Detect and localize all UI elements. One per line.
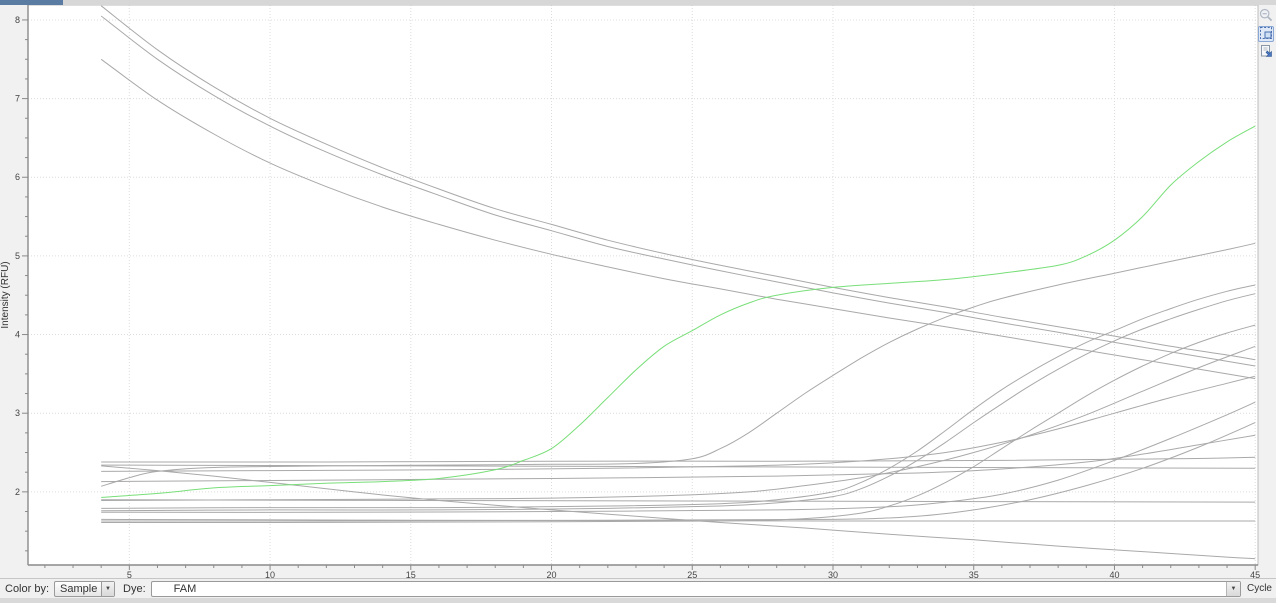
color-by-label: Color by: (5, 583, 49, 595)
x-tick-labels: 5 10 15 20 25 30 35 40 45 (127, 570, 1260, 578)
svg-text:8: 8 (15, 15, 20, 25)
svg-text:45: 45 (1250, 570, 1260, 578)
svg-text:5: 5 (127, 570, 132, 578)
svg-text:15: 15 (406, 570, 416, 578)
svg-text:20: 20 (547, 570, 557, 578)
dye-label: Dye: (123, 583, 146, 595)
svg-text:4: 4 (15, 330, 20, 340)
dye-combobox[interactable]: FAM ▼ (151, 581, 1241, 597)
svg-text:3: 3 (15, 408, 20, 418)
chart-toolbar (1258, 8, 1276, 60)
chevron-down-icon[interactable]: ▼ (101, 582, 114, 596)
zoom-selection-button[interactable] (1258, 26, 1274, 42)
y-tick-labels: 2 3 4 5 6 7 8 (15, 15, 20, 497)
zoom-out-icon (1259, 8, 1273, 25)
svg-text:5: 5 (15, 251, 20, 261)
x-axis-title: Cycle (1247, 583, 1272, 594)
svg-text:35: 35 (969, 570, 979, 578)
svg-text:2: 2 (15, 487, 20, 497)
svg-text:30: 30 (828, 570, 838, 578)
chevron-down-icon[interactable]: ▼ (1226, 582, 1240, 596)
dye-selected-value: FAM (152, 582, 1226, 596)
copy-chart-button[interactable] (1258, 44, 1274, 60)
zoom-selection-icon (1259, 26, 1273, 43)
svg-text:7: 7 (15, 94, 20, 104)
svg-text:10: 10 (265, 570, 275, 578)
window-bottom-strip (0, 598, 1276, 603)
y-axis-title: Intensity (RFU) (0, 261, 11, 328)
color-by-select[interactable]: Sample ▼ (54, 581, 115, 597)
amplification-chart-panel: 510152025303540452345678Intensity (RFU) (0, 5, 1276, 578)
copy-chart-icon (1259, 44, 1273, 61)
svg-text:25: 25 (687, 570, 697, 578)
chart-options-bar: Color by: Sample ▼ Dye: FAM ▼ Cycle (0, 578, 1276, 598)
zoom-out-button[interactable] (1258, 8, 1274, 24)
svg-text:6: 6 (15, 172, 20, 182)
svg-text:40: 40 (1109, 570, 1119, 578)
color-by-selected-value: Sample (55, 582, 101, 596)
amplification-plot[interactable]: 510152025303540452345678Intensity (RFU) (0, 5, 1276, 578)
